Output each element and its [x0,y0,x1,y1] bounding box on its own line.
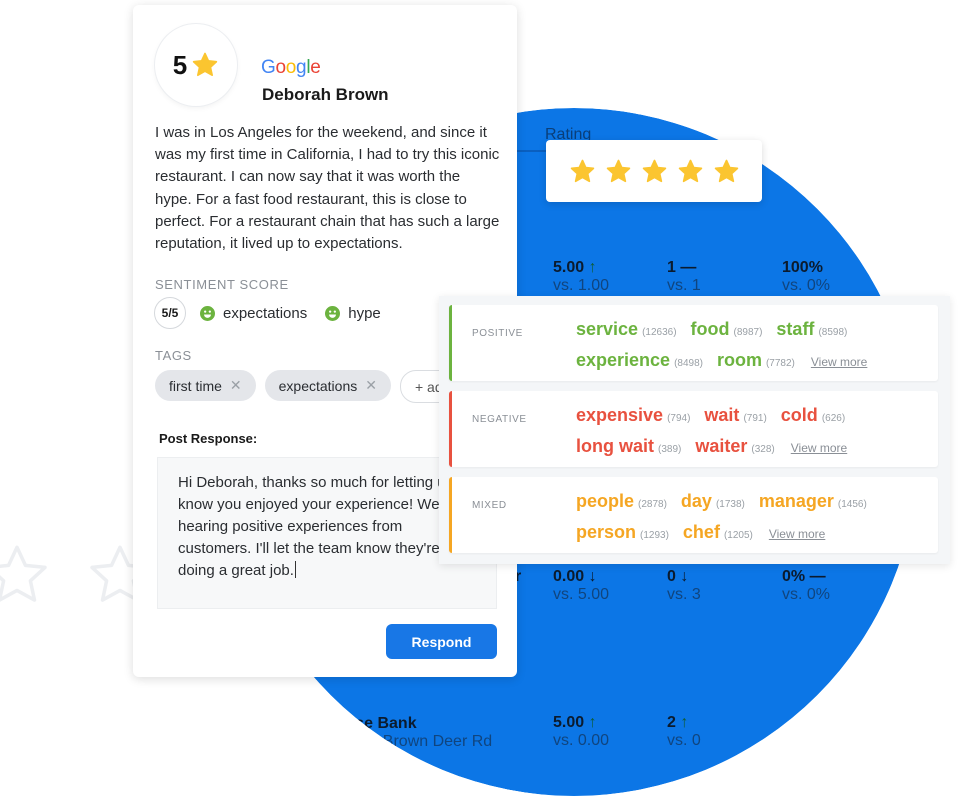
arrow-up-icon: ↑ [588,259,597,276]
view-more-link[interactable]: View more [791,441,847,455]
keyword[interactable]: person [576,522,636,543]
keyword-count: (12636) [642,327,677,338]
star-icon [642,159,666,182]
row1-percent: 100% vs. 0% [782,259,831,294]
view-more-link[interactable]: View more [769,527,825,541]
keyword-count: (1293) [640,530,669,541]
sentiment-category-label: NEGATIVE [472,414,527,425]
keyword[interactable]: service [576,319,638,340]
tags-row: first time ✕ expectations ✕ + add [155,370,466,403]
row3-count: 2 ↑ vs. 0 [667,714,701,749]
smiley-icon [200,305,215,321]
tag-label: first time [169,377,222,394]
sentiment-score-label: SENTIMENT SCORE [155,277,289,292]
keyword[interactable]: chef [683,522,720,543]
keyword-count: (1738) [715,499,745,510]
keyword-line: person (1293) chef (1205) View more [576,522,926,553]
keyword[interactable]: long wait [576,436,654,457]
keyword-list: expensive (794) wait (791) cold (626) long wai… [576,405,926,467]
remove-tag-icon[interactable]: ✕ [365,377,377,394]
keyword-count: (389) [658,444,682,455]
tag-chip: first time ✕ [155,370,256,401]
post-response-label: Post Response: [159,431,258,446]
sentiment-card-negative: NEGATIVE expensive (794) wait (791) cold (626)… [449,391,938,467]
keyword-list: people (2878) day (1738) manager (1456) person… [576,491,926,553]
star-icon [570,159,594,182]
keyword-line: service (12636) food (8987) staff (8598) [576,319,926,350]
arrow-down-icon: ↓ [588,568,597,585]
keyword-count: (1205) [723,530,753,541]
rating-badge: 5 [155,24,237,106]
keyword[interactable]: people [576,491,634,512]
keyword-count: (2878) [638,499,667,510]
flat-dash-icon: — [680,259,697,276]
text-cursor [294,561,296,578]
keyword-count: (791) [743,413,767,424]
tag-label: expectations [278,377,358,394]
row3-rating: 5.00 ↑ vs. 0.00 [553,714,610,749]
view-more-link[interactable]: View more [811,355,867,369]
keyword[interactable]: wait [704,405,739,426]
smiley-icon [325,305,341,321]
keyword[interactable]: cold [781,405,818,426]
keyword-line: people (2878) day (1738) manager (1456) [576,491,926,522]
sentiment-keywords-panel: POSITIVE service (12636) food (8987) staff (85… [439,296,950,564]
sentiment-keyword: expectations [223,304,308,322]
sentiment-score-row: 5/5 expectations hype [154,297,399,329]
keyword[interactable]: staff [776,319,814,340]
keyword-line: long wait (389) waiter (328) View more [576,436,926,467]
star-icon [193,52,218,77]
keyword-count: (1456) [837,499,867,510]
keyword-count: (328) [751,444,775,455]
keyword-count: (794) [667,413,691,424]
star-icon [714,159,738,182]
star-icon [606,159,630,182]
keyword-list: service (12636) food (8987) staff (8598) exper… [576,319,926,381]
row3-location: Chase Bank 00 W Brown Deer Rd ee WI [325,715,493,768]
sentiment-category-label: MIXED [472,500,507,511]
review-text: I was in Los Angeles for the weekend, an… [155,124,500,253]
arrow-down-icon: ↓ [680,568,689,585]
keyword[interactable]: expensive [576,405,663,426]
keyword[interactable]: experience [576,350,670,371]
tags-label: TAGS [155,348,192,363]
star-rating-card [546,140,762,202]
keyword-line: expensive (794) wait (791) cold (626) [576,405,926,436]
arrow-up-icon: ↑ [588,714,597,731]
star-icon [678,159,702,182]
keyword-line: experience (8498) room (7782) View more [576,350,926,381]
respond-button[interactable]: Respond [386,624,497,659]
keyword[interactable]: day [681,491,712,512]
keyword-count: (8987) [733,327,763,338]
tag-chip: expectations ✕ [264,370,391,401]
row2-count: 0 ↓ vs. 3 [667,568,701,603]
keyword[interactable]: room [717,350,762,371]
arrow-up-icon: ↑ [680,714,689,731]
row2-rating: 0.00 ↓ vs. 5.00 [553,568,610,603]
keyword-count: (626) [821,413,846,424]
keyword-count: (7782) [765,358,795,369]
keyword[interactable]: manager [759,491,834,512]
keyword-count: (8598) [818,327,848,338]
reviewer-name: Deborah Brown [262,85,389,104]
flat-dash-icon: — [809,568,826,585]
keyword[interactable]: food [691,319,730,340]
sentiment-card-mixed: MIXED people (2878) day (1738) manager (1456) p… [449,477,938,553]
row2-percent: 0% — vs. 0% [782,568,831,603]
sentiment-keyword: hype [348,304,381,322]
row1-count: 1 — vs. 1 [667,259,701,294]
sentiment-card-positive: POSITIVE service (12636) food (8987) staff (85… [449,305,938,381]
sentiment-score-badge: 5/5 [154,297,186,329]
decorative-star-icon [0,545,47,602]
remove-tag-icon[interactable]: ✕ [230,377,242,394]
keyword[interactable]: waiter [695,436,747,457]
keyword-count: (8498) [674,358,703,369]
rating-value: 5 [172,49,188,80]
google-logo: Google [261,57,321,78]
row1-rating: 5.00 ↑ vs. 1.00 [553,259,610,294]
sentiment-category-label: POSITIVE [472,328,523,339]
